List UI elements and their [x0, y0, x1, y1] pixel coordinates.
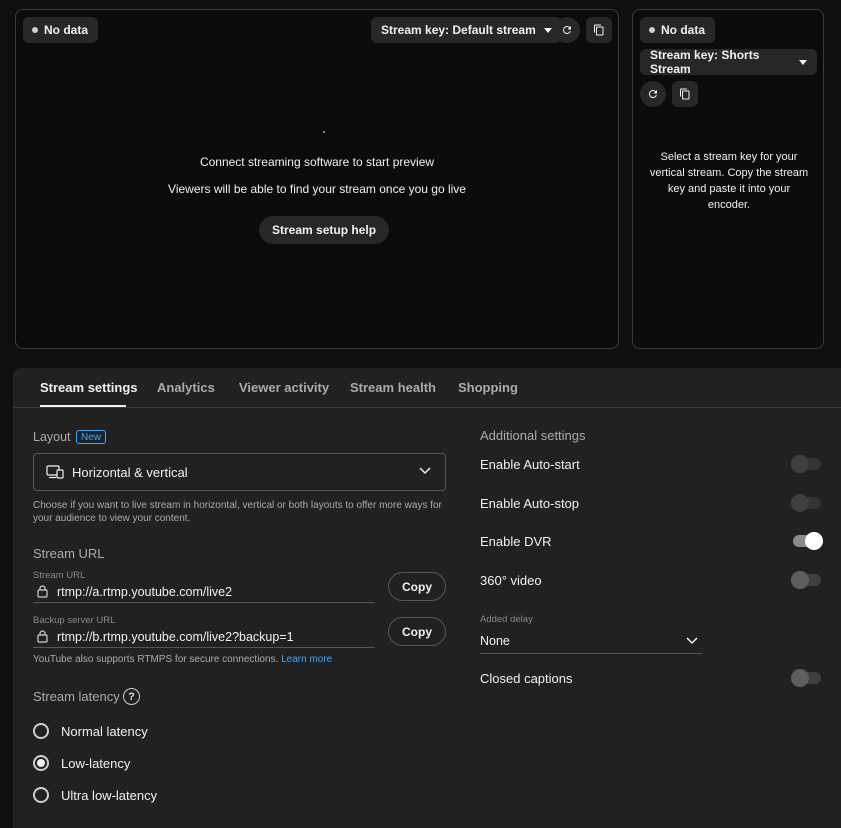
radio-label: Normal latency [61, 723, 148, 739]
radio-circle-icon [33, 723, 49, 739]
status-dot-icon [32, 27, 38, 33]
stream-key-label: Stream key: Default stream [381, 23, 536, 37]
copy-backup-url-button[interactable]: Copy [388, 617, 446, 646]
refresh-icon [563, 25, 571, 34]
active-tab-indicator [40, 405, 126, 407]
toggle-knob [791, 494, 809, 512]
chevron-down-icon [419, 467, 431, 475]
status-text: No data [44, 23, 89, 37]
closed-captions-toggle[interactable] [791, 669, 821, 687]
stream-key-label: Stream key: Shorts Stream [650, 48, 760, 76]
help-icon[interactable]: ? [123, 688, 140, 705]
tab-viewer-activity[interactable]: Viewer activity [239, 380, 329, 395]
dvr-label: Enable DVR [480, 534, 552, 549]
copy-stream-url-button[interactable]: Copy [388, 572, 446, 601]
vertical-status-badge: No data [640, 17, 716, 43]
auto-stop-toggle[interactable] [791, 494, 821, 512]
status-dot-icon [649, 27, 655, 33]
caret-down-icon [543, 27, 552, 33]
refresh-icon [649, 90, 657, 98]
toggle-knob [791, 669, 809, 687]
tab-stream-health[interactable]: Stream health [350, 380, 436, 395]
tab-shopping[interactable]: Shopping [458, 380, 518, 395]
tab-stream-settings[interactable]: Stream settings [40, 380, 138, 395]
stream-url-field[interactable]: rtmp://a.rtmp.youtube.com/live2 [33, 581, 375, 603]
copy-key-button[interactable] [586, 17, 612, 43]
copy-shorts-key-button[interactable] [672, 81, 698, 107]
refresh-shorts-key-button[interactable] [640, 81, 666, 107]
toggle-knob [791, 455, 809, 473]
additional-settings-title: Additional settings [480, 428, 586, 443]
auto-stop-label: Enable Auto-stop [480, 496, 580, 511]
vertical-stream-preview: No data Stream key: Shorts Stream Select… [632, 9, 824, 349]
radio-circle-icon [33, 787, 49, 803]
layout-select[interactable]: Horizontal & vertical [33, 453, 446, 491]
rtmps-note-text: YouTube also supports RTMPS for secure c… [33, 654, 279, 665]
rtmps-note: YouTube also supports RTMPS for secure c… [33, 654, 332, 665]
viewers-text: Viewers will be able to find your stream… [168, 182, 466, 196]
added-delay-value: None [480, 634, 510, 648]
settings-panel: Stream settings Analytics Viewer activit… [13, 368, 841, 828]
radio-selected-icon [33, 755, 49, 771]
layout-label: Layout [33, 430, 71, 444]
stream-url-title: Stream URL [33, 546, 105, 561]
devices-icon [46, 465, 64, 479]
new-badge: New [76, 430, 107, 444]
tab-analytics[interactable]: Analytics [157, 380, 215, 395]
radio-label: Ultra low-latency [61, 787, 158, 803]
backup-url-value: rtmp://b.rtmp.youtube.com/live2?backup=1 [57, 629, 294, 644]
layout-description: Choose if you want to live stream in hor… [33, 500, 442, 524]
auto-start-label: Enable Auto-start [480, 457, 580, 472]
added-delay-select[interactable]: None [480, 630, 702, 654]
lock-icon [37, 630, 48, 643]
vertical-description: Select a stream key for your vertical st… [649, 151, 809, 211]
dvr-toggle[interactable] [793, 532, 823, 550]
stream-latency-title: Stream latency [33, 689, 120, 704]
toggle-knob [805, 532, 823, 550]
lock-icon [37, 585, 48, 598]
loading-dot-icon [323, 131, 325, 133]
video-360-label: 360° video [480, 573, 542, 588]
connect-text: Connect streaming software to start prev… [199, 155, 435, 169]
copy-icon [594, 24, 604, 36]
stream-url-value: rtmp://a.rtmp.youtube.com/live2 [57, 584, 233, 599]
stream-setup-help-button[interactable]: Stream setup help [259, 216, 390, 244]
added-delay-label: Added delay [480, 614, 533, 625]
copy-icon [680, 88, 690, 100]
caret-down-icon [799, 59, 807, 65]
main-stream-preview: No data Stream key: Default stream Conne… [15, 9, 619, 349]
tab-bar: Stream settings Analytics Viewer activit… [13, 368, 841, 408]
backup-url-label: Backup server URL [33, 615, 116, 626]
radio-ultra-low-latency[interactable]: Ultra low-latency [33, 787, 157, 803]
learn-more-link[interactable]: Learn more [281, 654, 332, 665]
radio-low-latency[interactable]: Low-latency [33, 755, 130, 771]
shorts-stream-key-dropdown[interactable]: Stream key: Shorts Stream [640, 48, 817, 76]
closed-captions-label: Closed captions [480, 671, 573, 686]
video-360-toggle[interactable] [791, 571, 821, 589]
refresh-key-button[interactable] [554, 17, 580, 43]
radio-label: Low-latency [61, 755, 131, 771]
backup-url-field[interactable]: rtmp://b.rtmp.youtube.com/live2?backup=1 [33, 626, 375, 648]
status-text: No data [661, 23, 706, 37]
auto-start-toggle[interactable] [791, 455, 821, 473]
radio-normal-latency[interactable]: Normal latency [33, 723, 148, 739]
layout-selected-value: Horizontal & vertical [72, 464, 188, 480]
stream-key-dropdown[interactable]: Stream key: Default stream [371, 17, 562, 43]
stream-url-label: Stream URL [33, 570, 86, 581]
chevron-down-icon [686, 637, 698, 645]
toggle-knob [791, 571, 809, 589]
status-badge: No data [23, 17, 99, 43]
